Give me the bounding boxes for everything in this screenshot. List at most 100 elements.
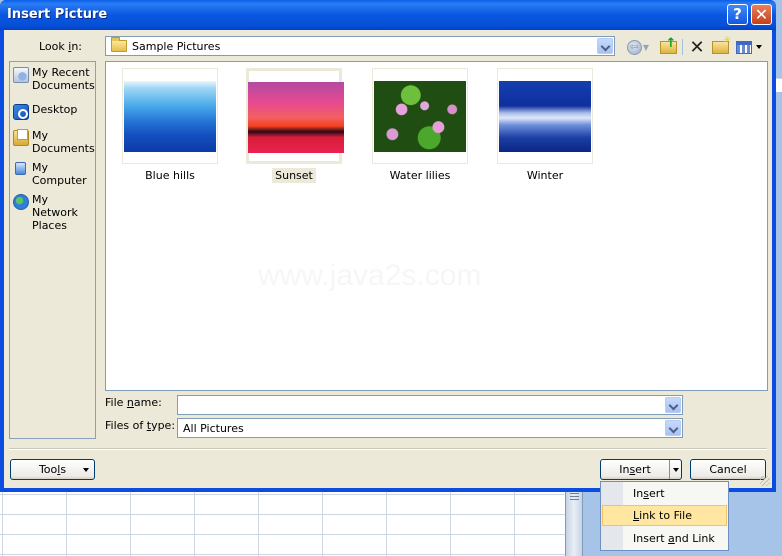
grid-line xyxy=(0,494,565,495)
new-folder-icon xyxy=(711,35,732,54)
close-button[interactable]: ✕ xyxy=(751,4,772,25)
title-bar[interactable]: Insert Picture ? ✕ xyxy=(0,0,776,30)
cancel-button[interactable]: Cancel xyxy=(690,459,766,480)
divider xyxy=(9,448,767,450)
my-documents-icon xyxy=(13,129,29,146)
tools-button[interactable]: Tools xyxy=(10,459,95,480)
insert-options-menu: Insert Link to File Insert and Link xyxy=(600,481,729,551)
thumbnail-frame xyxy=(372,68,468,164)
place-my-network-places[interactable]: My Network Places xyxy=(10,193,95,232)
toolbar-separator xyxy=(682,39,683,55)
window-title: Insert Picture xyxy=(7,7,108,22)
place-label: Computer xyxy=(32,174,87,187)
spreadsheet-grid[interactable] xyxy=(0,488,565,556)
sunset-thumbnail xyxy=(248,82,344,153)
place-desktop[interactable]: Desktop xyxy=(10,103,95,120)
grid-line xyxy=(258,488,259,556)
up-one-level-icon xyxy=(659,36,677,54)
file-item-sunset[interactable]: Sunset xyxy=(246,68,344,183)
insert-split-dropdown[interactable] xyxy=(669,460,681,479)
winter-thumbnail xyxy=(499,81,591,152)
help-button[interactable]: ? xyxy=(727,4,748,25)
grid-line xyxy=(450,488,451,556)
grid-line xyxy=(386,488,387,556)
place-label: My xyxy=(32,161,49,174)
grid-line xyxy=(0,514,565,515)
network-places-icon xyxy=(13,194,29,210)
grid-line xyxy=(130,488,131,556)
dropdown-icon: ▼ xyxy=(642,42,650,52)
file-name: Water lilies xyxy=(389,169,451,182)
menu-item-insert[interactable]: Insert xyxy=(602,483,727,504)
grid-line xyxy=(322,488,323,556)
place-my-recent-documents[interactable]: My Recent Documents xyxy=(10,66,95,92)
back-dropdown[interactable]: ▼ xyxy=(640,37,652,57)
file-item-water-lilies[interactable]: Water lilies xyxy=(372,68,468,182)
views-icon xyxy=(736,40,752,54)
cancel-label: Cancel xyxy=(709,463,747,476)
thumbnail-frame xyxy=(246,68,344,164)
menu-item-insert-and-link[interactable]: Insert and Link xyxy=(602,528,727,549)
look-in-label: Look in: xyxy=(39,40,83,53)
chevron-down-icon[interactable] xyxy=(665,420,681,436)
resize-grip-icon[interactable] xyxy=(760,476,770,486)
place-my-documents[interactable]: My Documents xyxy=(10,129,95,155)
grid-line xyxy=(2,488,3,556)
chevron-down-icon[interactable] xyxy=(597,38,613,54)
insert-label: Insert xyxy=(619,463,651,476)
new-folder-button[interactable] xyxy=(710,35,732,57)
delete-icon: ✕ xyxy=(689,36,705,58)
files-of-type-label: Files of type: xyxy=(105,419,176,432)
desktop-icon xyxy=(13,104,29,120)
menu-item-link-to-file[interactable]: Link to File xyxy=(602,505,727,526)
grid-line xyxy=(0,554,565,555)
place-label: Desktop xyxy=(32,103,78,116)
place-label: Documents xyxy=(32,142,95,155)
dialog-client-area: Look in: Sample Pictures ⇦ ▼ ✕ My Rece xyxy=(4,30,772,488)
file-name: Sunset xyxy=(272,168,316,183)
blue-hills-thumbnail xyxy=(124,81,216,152)
my-computer-icon xyxy=(15,162,26,175)
place-my-computer[interactable]: My Computer xyxy=(10,161,95,187)
water-lilies-thumbnail xyxy=(374,81,466,152)
screen: Insert Picture ? ✕ Look in: Sample Pictu… xyxy=(0,0,782,556)
views-dropdown-icon xyxy=(756,45,762,49)
grid-line xyxy=(66,488,67,556)
place-label: My xyxy=(32,129,49,142)
vertical-scrollbar[interactable] xyxy=(565,488,583,556)
file-name-input[interactable] xyxy=(177,395,683,415)
file-name: Blue hills xyxy=(145,169,195,182)
files-of-type-dropdown[interactable]: All Pictures xyxy=(177,418,683,438)
file-list[interactable]: Blue hills Sunset Water lilies Winter ww… xyxy=(105,61,768,391)
recent-documents-icon xyxy=(13,67,29,83)
folder-icon xyxy=(111,37,127,52)
place-label: My Recent xyxy=(32,66,90,79)
insert-button[interactable]: Insert xyxy=(600,459,682,480)
place-label: Places xyxy=(32,219,67,232)
grid-line xyxy=(514,488,515,556)
chevron-down-icon[interactable] xyxy=(665,397,681,413)
views-dropdown[interactable] xyxy=(754,37,764,57)
grid-line xyxy=(0,534,565,535)
watermark: www.java2s.com xyxy=(258,259,482,292)
file-item-blue-hills[interactable]: Blue hills xyxy=(122,68,218,182)
delete-button[interactable]: ✕ xyxy=(687,36,707,58)
dropdown-arrow-icon xyxy=(673,468,679,472)
up-one-level-button[interactable] xyxy=(658,36,678,57)
grid-line xyxy=(194,488,195,556)
views-button[interactable] xyxy=(734,37,754,57)
dropdown-arrow-icon xyxy=(83,468,89,472)
thumbnail-frame xyxy=(122,68,218,164)
place-label: My Network xyxy=(32,193,78,219)
file-name-label: File name: xyxy=(105,396,162,409)
insert-picture-dialog: Insert Picture ? ✕ Look in: Sample Pictu… xyxy=(0,0,776,492)
thumbnail-frame xyxy=(497,68,593,164)
file-name: Winter xyxy=(526,169,564,182)
file-item-winter[interactable]: Winter xyxy=(497,68,593,182)
files-of-type-value: All Pictures xyxy=(183,422,244,435)
tools-label: Tools xyxy=(38,463,67,476)
places-bar: My Recent Documents Desktop My Documents… xyxy=(9,61,96,439)
scroll-grip-icon xyxy=(570,493,579,501)
look-in-dropdown[interactable]: Sample Pictures xyxy=(105,36,615,56)
place-label: Documents xyxy=(32,79,95,92)
